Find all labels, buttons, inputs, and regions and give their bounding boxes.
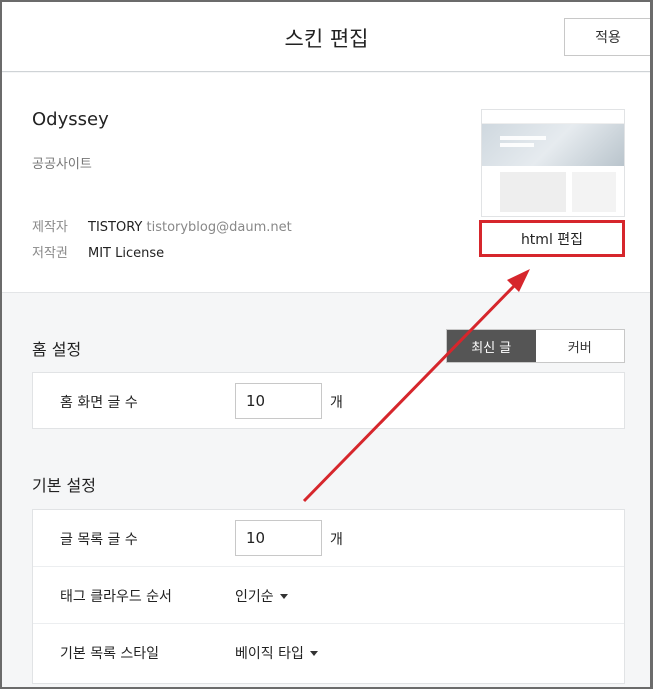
list-style-row: 기본 목록 스타일 베이직 타입 xyxy=(33,624,624,681)
list-count-label: 글 목록 글 수 xyxy=(60,532,138,548)
apply-button[interactable]: 적용 xyxy=(564,18,650,56)
list-style-select[interactable]: 베이직 타입 xyxy=(235,643,318,663)
maker-row: 제작자 TISTORY tistoryblog@daum.net xyxy=(32,216,292,235)
home-post-count-label: 홈 화면 글 수 xyxy=(60,395,138,411)
caret-down-icon xyxy=(309,650,318,656)
list-style-label: 기본 목록 스타일 xyxy=(60,646,160,662)
list-count-input[interactable] xyxy=(235,520,322,556)
basic-settings-title: 기본 설정 xyxy=(32,476,96,495)
home-type-toggle: 최신 글 커버 xyxy=(446,329,625,363)
maker-label: 제작자 xyxy=(32,220,68,235)
toggle-latest-posts[interactable]: 최신 글 xyxy=(447,330,536,362)
page-title: 스킨 편집 xyxy=(284,27,369,51)
list-count-unit: 개 xyxy=(330,532,343,548)
license-label: 저작권 xyxy=(32,246,68,261)
home-settings-panel: 홈 화면 글 수 개 xyxy=(32,372,625,429)
list-style-value: 베이직 타입 xyxy=(235,646,304,662)
toggle-cover[interactable]: 커버 xyxy=(536,330,625,362)
home-settings-title: 홈 설정 xyxy=(32,340,82,359)
skin-thumbnail xyxy=(481,109,625,217)
tag-order-select[interactable]: 인기순 xyxy=(235,586,288,606)
maker-name: TISTORY xyxy=(88,220,143,235)
home-post-count-row: 홈 화면 글 수 개 xyxy=(33,373,624,430)
html-edit-button[interactable]: html 편집 xyxy=(479,220,625,257)
caret-down-icon xyxy=(279,593,288,599)
header: 스킨 편집 적용 xyxy=(2,2,650,72)
basic-settings-panel: 글 목록 글 수 개 태그 클라우드 순서 인기순 기본 목록 스타일 베이직 … xyxy=(32,509,625,684)
tag-order-row: 태그 클라우드 순서 인기순 xyxy=(33,567,624,624)
license-value: MIT License xyxy=(88,246,165,261)
home-post-count-input[interactable] xyxy=(235,383,322,419)
home-post-count-unit: 개 xyxy=(330,395,343,411)
skin-info-panel: Odyssey 공공사이트 제작자 TISTORY tistoryblog@dau… xyxy=(2,73,650,293)
list-count-row: 글 목록 글 수 개 xyxy=(33,510,624,567)
skin-edit-window: 스킨 편집 적용 Odyssey 공공사이트 제작자 TISTORY tistor… xyxy=(0,0,653,689)
license-row: 저작권 MIT License xyxy=(32,242,164,261)
skin-name: Odyssey xyxy=(32,109,109,130)
skin-category: 공공사이트 xyxy=(32,157,92,172)
tag-order-value: 인기순 xyxy=(235,589,274,605)
maker-email: tistoryblog@daum.net xyxy=(146,220,292,235)
tag-order-label: 태그 클라우드 순서 xyxy=(60,589,172,605)
